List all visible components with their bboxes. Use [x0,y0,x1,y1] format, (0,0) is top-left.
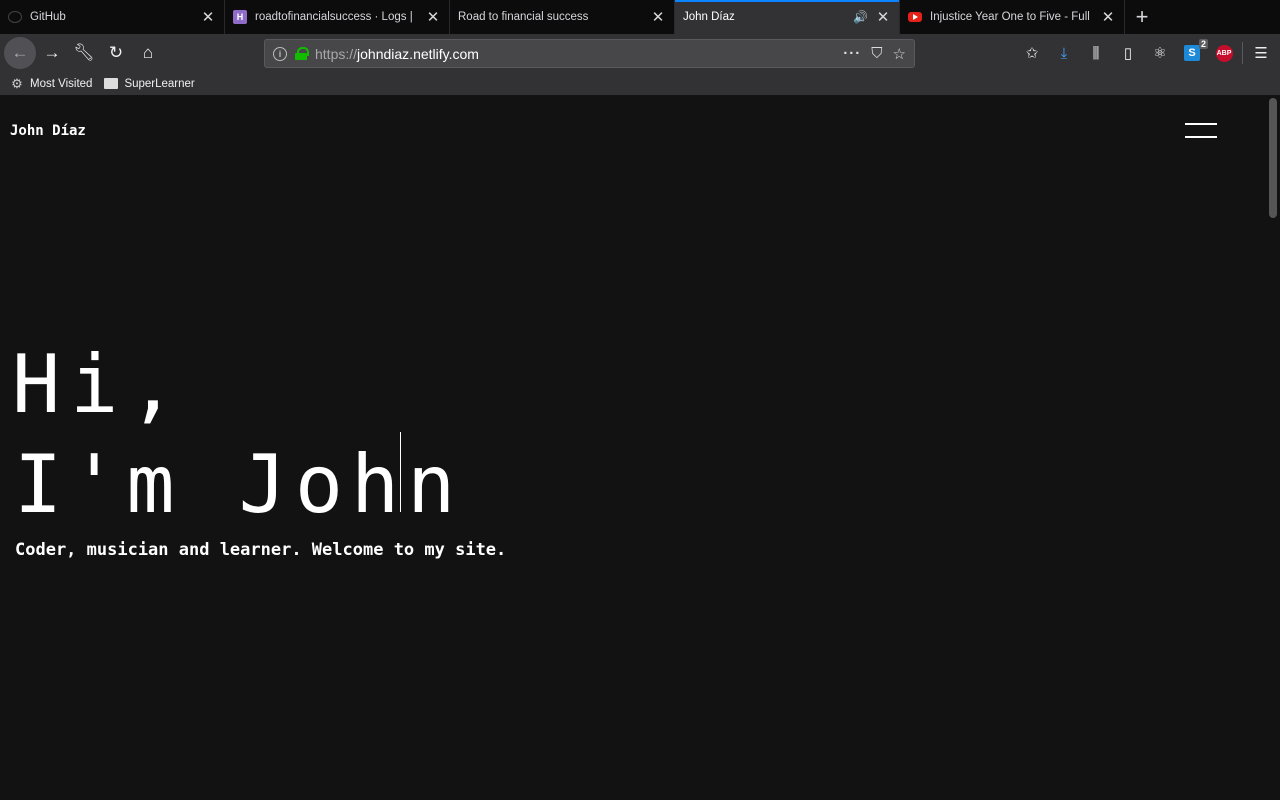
bookmarks-star-icon[interactable]: ✩ [1016,34,1048,72]
hamburger-menu-icon[interactable]: ☰ [1245,34,1277,72]
reload-button[interactable]: ↻ [100,37,132,69]
adblock-icon[interactable]: ABP [1208,34,1240,72]
bookmark-label: Most Visited [30,77,93,90]
folder-icon [104,77,119,91]
info-icon[interactable]: i [273,46,287,61]
gear-icon: ⚙ [11,75,23,91]
h-logo-icon: H [233,10,247,24]
hero-greeting: Hi, [12,338,187,431]
tab-injustice[interactable]: Injustice Year One to Five - Full ✕ [900,0,1125,34]
forward-button[interactable]: → [36,37,68,69]
page-actions-icon[interactable]: ··· [843,45,861,62]
close-icon[interactable]: ✕ [425,9,441,26]
speaker-icon[interactable]: 🔊 [853,10,868,24]
tab-strip: GitHub ✕ H roadtofinancialsuccess · Logs… [0,0,1280,34]
bookmark-star-icon[interactable]: ☆ [893,45,906,63]
back-button[interactable]: ← [4,37,36,69]
lock-icon[interactable] [295,47,309,60]
download-icon[interactable]: ⤓ [1048,34,1080,72]
web-page: John Díaz Hi, I'm John Coder, musician a… [0,95,1280,800]
bookmark-most-visited[interactable]: ⚙ Most Visited [10,75,93,91]
tab-github[interactable]: GitHub ✕ [0,0,225,34]
url-protocol: https:// [315,45,358,62]
new-tab-button[interactable]: + [1125,0,1159,34]
tab-title: John Díaz [683,11,735,23]
react-devtools-icon[interactable]: ⚛ [1144,34,1176,72]
bookmark-label: SuperLearner [124,77,195,90]
sidebar-icon[interactable]: ▯ [1112,34,1144,72]
tagline: Coder, musician and learner. Welcome to … [15,540,507,560]
close-icon[interactable]: ✕ [875,9,891,26]
typing-cursor [400,432,401,512]
github-icon [8,11,22,23]
tab-title: Road to financial success [458,11,589,23]
navigation-toolbar: ← → 🔧︎ ↻ ⌂ i https:// johndiaz.netlify.c… [0,34,1280,72]
tab-title: roadtofinancialsuccess · Logs | [255,11,413,23]
close-icon[interactable]: ✕ [650,9,666,26]
tab-road-to-financial-success[interactable]: Road to financial success ✕ [450,0,675,34]
url-bar[interactable]: i https:// johndiaz.netlify.com ··· ⛉ ☆ [264,39,915,68]
tab-logs[interactable]: H roadtofinancialsuccess · Logs | ✕ [225,0,450,34]
adblock-label: ABP [1215,44,1233,62]
hero-name: I'm John [14,438,464,531]
bookmarks-toolbar: ⚙ Most Visited SuperLearner [0,72,1280,95]
url-host: johndiaz.netlify.com [357,45,479,62]
scrollbar-thumb[interactable] [1269,98,1277,218]
youtube-icon [908,12,922,22]
sync-badge: 2 [1198,39,1208,49]
extension-s-label: S [1188,47,1196,59]
page-scrollbar[interactable] [1266,95,1280,800]
tab-title: GitHub [30,11,66,23]
site-brand[interactable]: John Díaz [10,123,86,139]
tab-john-diaz[interactable]: John Díaz 🔊 ✕ [675,0,900,34]
tab-title: Injustice Year One to Five - Full [930,11,1090,23]
extension-s-icon[interactable]: S2 [1176,34,1208,72]
hamburger-menu-button[interactable] [1185,123,1217,140]
close-icon[interactable]: ✕ [200,9,216,26]
toolbar-divider [1242,42,1243,64]
close-icon[interactable]: ✕ [1100,9,1116,26]
wrench-icon[interactable]: 🔧︎ [68,37,100,69]
home-button[interactable]: ⌂ [132,37,164,69]
library-icon[interactable]: ⫼ [1080,34,1112,72]
pocket-icon[interactable]: ⛉ [871,45,882,62]
bookmark-superlearner[interactable]: SuperLearner [104,77,195,91]
